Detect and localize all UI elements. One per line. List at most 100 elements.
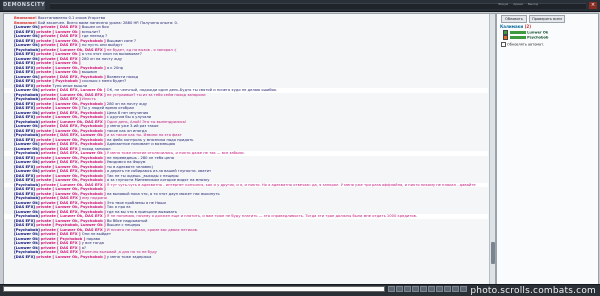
message-author[interactable]: [Lunwer Ok] <box>14 75 40 79</box>
private-recipients[interactable]: private [ Lunwer Ok, Psychobob ] <box>36 178 105 182</box>
private-recipients[interactable]: private [ Lunwer Ok ] <box>36 106 80 110</box>
private-recipients[interactable]: private [ Lunwer Ok, Psychobob ] <box>36 219 105 223</box>
private-recipients[interactable]: private [ DAS EFX ] <box>41 43 81 47</box>
message-author[interactable]: [Psychobob] <box>14 183 40 187</box>
message-author[interactable]: [Lunwer Ok] <box>14 88 40 92</box>
private-recipients[interactable]: private [ DAS EFX, Lunwer Ok ] <box>41 88 106 92</box>
menu-arena[interactable]: Арена <box>513 2 523 6</box>
message-author[interactable]: [Psychobob] <box>14 250 40 254</box>
private-recipients[interactable]: private [ Lunwer Ok, Psychobob ] <box>36 205 105 209</box>
message-author[interactable]: [Lunwer Ok] <box>14 237 40 241</box>
private-recipients[interactable]: private [ Lunwer Ok, DAS EFX ] <box>41 120 106 124</box>
message-author[interactable]: [Psychobob] <box>14 133 40 137</box>
message-author[interactable]: [Psychobob] <box>14 120 40 124</box>
message-author[interactable]: [DAS EFX] <box>14 106 35 110</box>
message-author[interactable]: [DAS EFX] <box>14 205 35 209</box>
user-name[interactable]: Lunwer Ok <box>527 31 548 35</box>
message-author[interactable]: [Lunwer Ok] <box>14 246 40 250</box>
message-author[interactable]: [Psychobob] <box>14 196 40 200</box>
private-recipients[interactable]: private [ DAS EFX, Psychobob ] <box>41 201 106 205</box>
message-author[interactable]: [DAS EFX] <box>14 39 35 43</box>
private-recipients[interactable]: private [ Lunwer Ok, Psychobob ] <box>36 174 105 178</box>
message-author[interactable]: [DAS EFX] <box>14 219 35 223</box>
message-author[interactable]: [Psychobob] <box>14 228 40 232</box>
tool-icon[interactable] <box>388 286 395 292</box>
message-author[interactable]: [Lunwer Ok] <box>14 169 40 173</box>
tool-icon[interactable] <box>436 286 443 292</box>
private-recipients[interactable]: private [ Lunwer Ok, Psychobob ] <box>36 156 105 160</box>
message-author[interactable]: [DAS EFX] <box>14 165 35 169</box>
message-author[interactable]: [DAS EFX] <box>14 52 35 56</box>
message-author[interactable]: [Lunwer Ok] <box>14 210 40 214</box>
message-author[interactable]: [Lunwer Ok] <box>14 25 40 29</box>
private-recipients[interactable]: private [ DAS EFX ] <box>41 196 81 200</box>
message-author[interactable]: [Lunwer Ok] <box>14 142 40 146</box>
user-psychobob[interactable]: Psychobob <box>503 35 548 40</box>
tool-icon[interactable] <box>444 286 451 292</box>
private-recipients[interactable]: private [ Lunwer Ok, DAS EFX ] <box>41 228 106 232</box>
message-author[interactable]: [Psychobob] <box>14 93 40 97</box>
message-author[interactable]: [DAS EFX] <box>14 174 35 178</box>
private-recipients[interactable]: private [ Lunwer Ok, Psychobob ] <box>36 138 105 142</box>
private-recipients[interactable]: private [ DAS EFX ] <box>41 241 81 245</box>
message-author[interactable]: [DAS EFX] <box>14 192 35 196</box>
message-author[interactable]: [Lunwer Ok] <box>14 160 40 164</box>
message-author[interactable]: [DAS EFX] <box>14 79 35 83</box>
message-author[interactable]: [Lunwer Ok] <box>14 241 40 245</box>
private-recipients[interactable]: private [ Lunwer Ok, Psychobob ] <box>36 165 105 169</box>
message-author[interactable]: [Lunwer Ok] <box>14 124 40 128</box>
message-author[interactable]: [Lunwer Ok] <box>14 232 40 236</box>
message-author[interactable]: [DAS EFX] <box>14 84 35 88</box>
private-recipients[interactable]: private [ DAS EFX ] <box>41 246 81 250</box>
message-author[interactable]: [DAS EFX] <box>14 187 35 191</box>
private-recipients[interactable]: private [ Lunwer Ok, DAS EFX ] <box>41 214 106 218</box>
user-name[interactable]: Psychobob <box>527 36 548 40</box>
private-recipients[interactable]: private [ DAS EFX, Psychobob ] <box>41 124 106 128</box>
private-recipients[interactable]: private [ Psychobob, Lunwer Ok ] <box>36 223 105 227</box>
message-author[interactable]: Внимание! <box>14 16 37 20</box>
scroll-thumb[interactable] <box>490 242 495 264</box>
message-author[interactable]: [DAS EFX] <box>14 61 35 65</box>
message-author[interactable]: [Psychobob] <box>14 48 40 52</box>
message-author[interactable]: [DAS EFX] <box>14 102 35 106</box>
message-author[interactable]: [DAS EFX] <box>14 70 35 74</box>
tool-icon[interactable] <box>396 286 403 292</box>
refresh-button[interactable]: Обновить <box>501 15 527 23</box>
private-recipients[interactable]: private [ Psychobob ] <box>36 79 81 83</box>
private-recipients[interactable]: private [ DAS EFX, Psychobob ] <box>41 111 106 115</box>
private-recipients[interactable]: private [ Lunwer Ok, Psychobob ] <box>36 255 105 259</box>
check-all-button[interactable]: Проверить всем <box>529 15 565 23</box>
private-recipients[interactable]: private [ Lunwer Ok, DAS EFX ] <box>41 48 106 52</box>
private-recipients[interactable]: private [ Lunwer Ok ] <box>36 30 80 34</box>
message-author[interactable]: [DAS EFX] <box>14 115 35 119</box>
private-recipients[interactable]: private [ DAS EFX, Psychobob ] <box>41 210 106 214</box>
message-author[interactable]: [DAS EFX] <box>14 129 35 133</box>
message-author[interactable]: [DAS EFX] <box>14 223 35 227</box>
auto-update-option[interactable]: Обновлять автомат. <box>501 42 544 47</box>
close-button[interactable]: × <box>589 2 597 9</box>
message-author[interactable]: [DAS EFX] <box>14 138 35 142</box>
private-recipients[interactable]: private [ Lunwer Ok, Psychobob ] <box>36 102 105 106</box>
message-author[interactable]: [DAS EFX] <box>14 30 35 34</box>
message-author[interactable]: [Psychobob] <box>14 97 40 101</box>
private-recipients[interactable]: private [ Lunwer Ok, DAS EFX ] <box>41 183 106 187</box>
private-recipients[interactable]: private <box>36 84 51 88</box>
message-author[interactable]: [Lunwer Ok] <box>14 34 40 38</box>
private-recipients[interactable]: private [ Lunwer Ok, Psychobob ] <box>36 129 105 133</box>
menu-forum[interactable]: Форум <box>498 2 508 6</box>
private-recipients[interactable]: private [ Lunwer Ok, Psychobob ] <box>36 39 105 43</box>
chat-input[interactable] <box>3 286 385 292</box>
private-recipients[interactable]: private [ DAS EFX ] <box>41 232 81 236</box>
private-recipients[interactable]: private [ DAS EFX ] <box>41 57 81 61</box>
private-recipients[interactable]: private [ DAS EFX, Lunwer Ok ] <box>41 151 106 155</box>
message-author[interactable]: [Psychobob] <box>14 151 40 155</box>
private-recipients[interactable]: private [ Lunwer Ok, Psychobob ] <box>36 187 105 191</box>
private-recipients[interactable]: private [ DAS EFX ] <box>41 97 81 101</box>
auto-update-checkbox[interactable] <box>501 42 506 47</box>
chat-scrollbar[interactable] <box>489 14 495 284</box>
private-recipients[interactable]: private [ DAS EFX ] <box>41 25 81 29</box>
message-author[interactable]: [DAS EFX] <box>14 178 35 182</box>
private-recipients[interactable]: private [ DAS EFX, Psychobob ] <box>41 169 106 173</box>
message-author[interactable]: [Psychobob] <box>14 214 40 218</box>
tool-icon[interactable] <box>460 286 467 292</box>
